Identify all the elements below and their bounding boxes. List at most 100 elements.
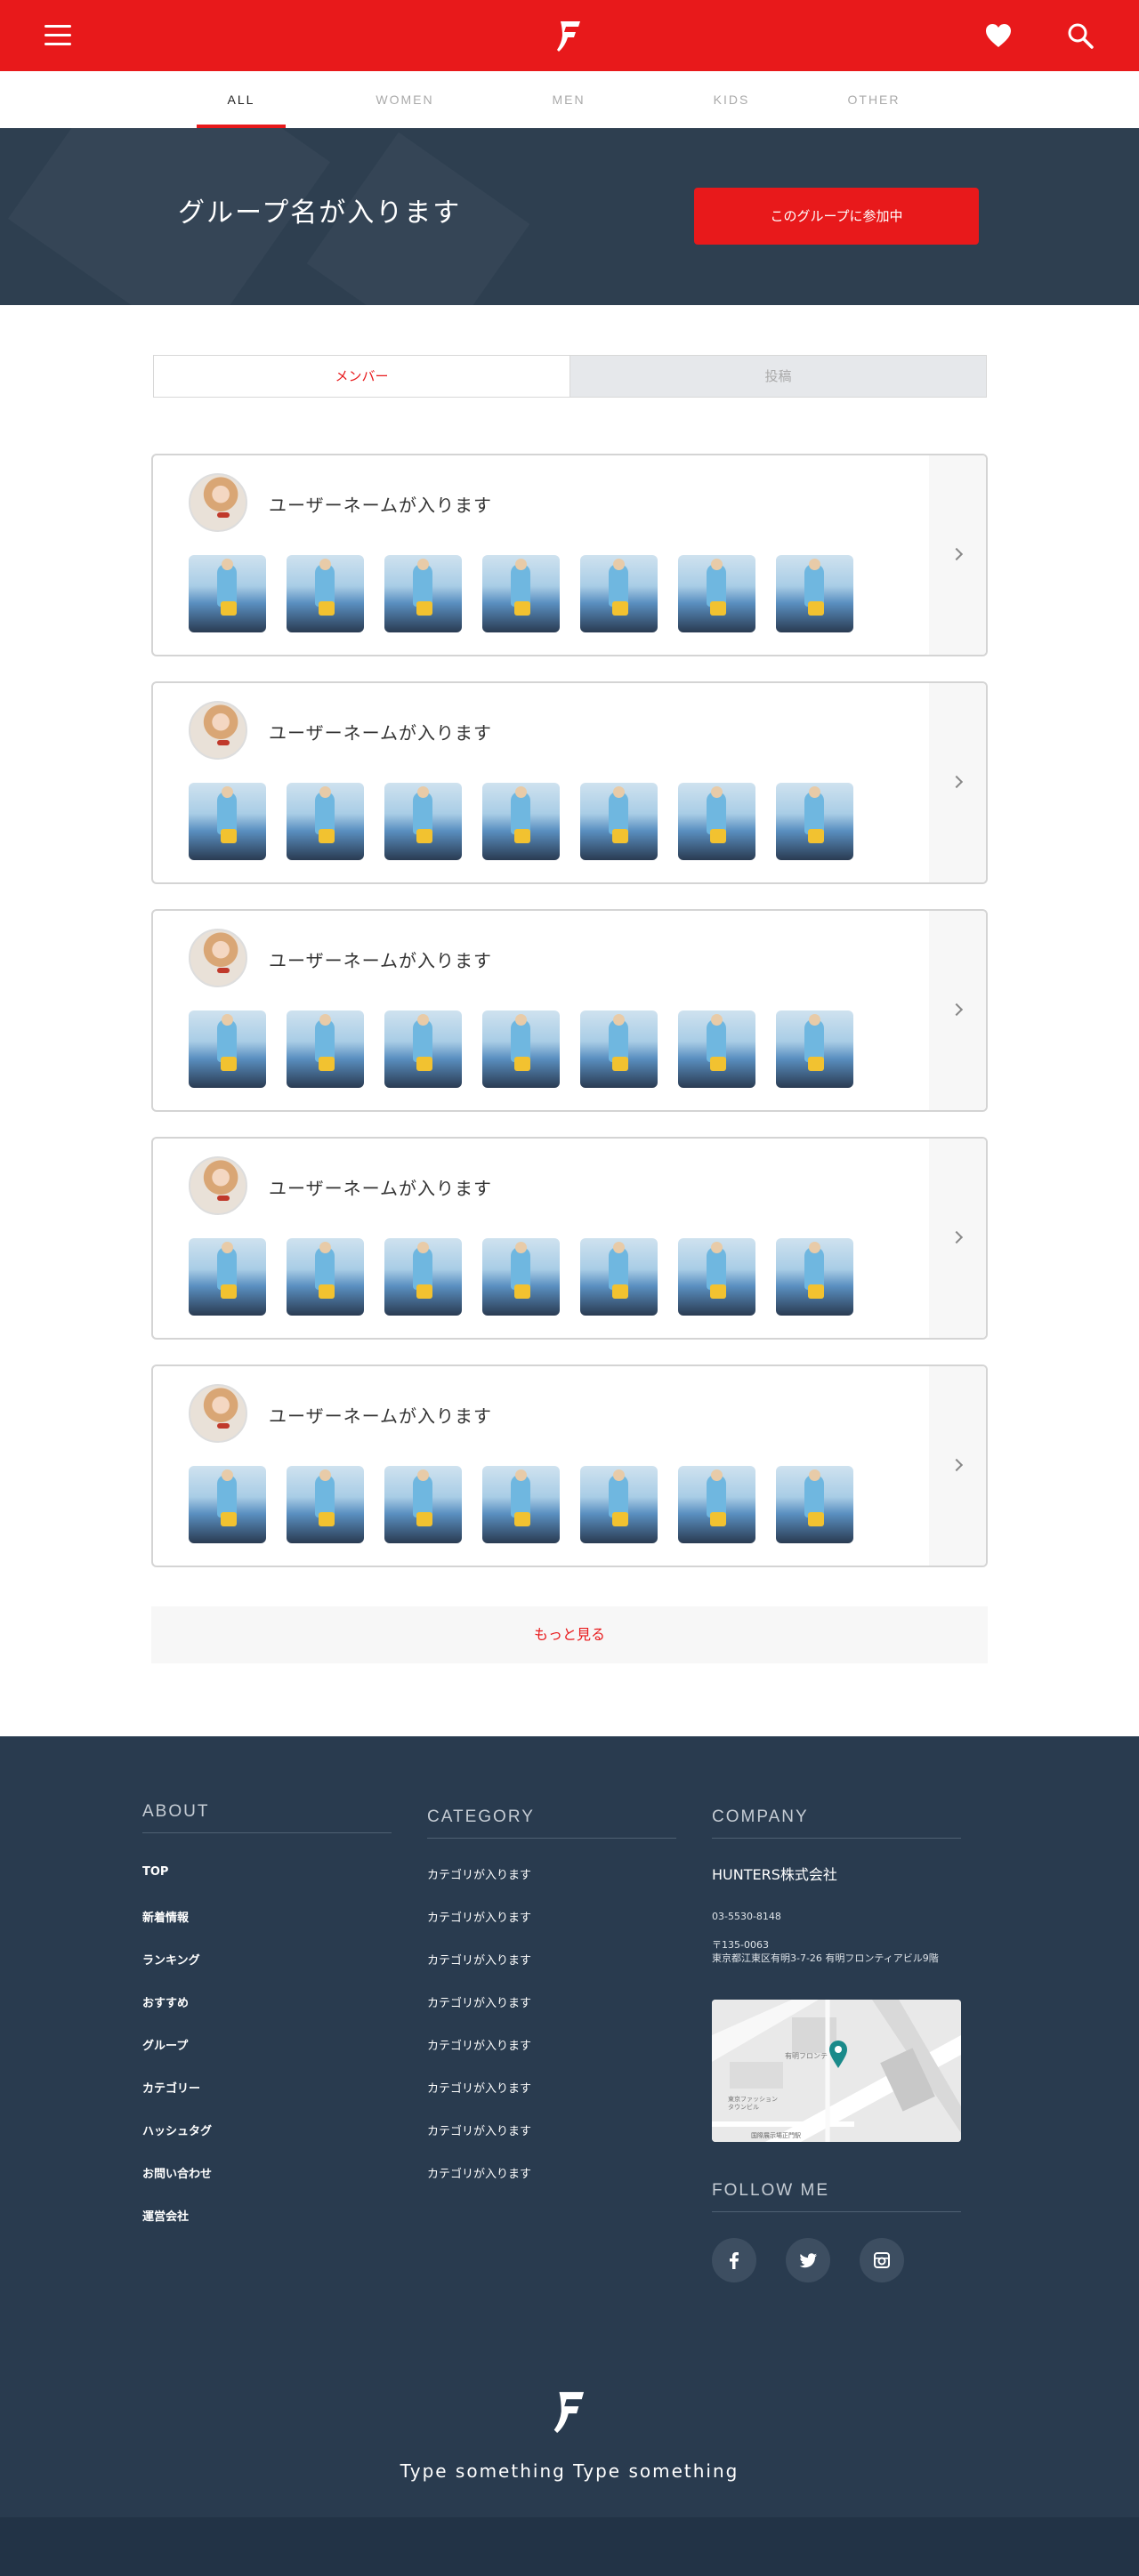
member-username[interactable]: ユーザーネームが入ります bbox=[269, 1402, 492, 1428]
member-username[interactable]: ユーザーネームが入ります bbox=[269, 719, 492, 745]
chevron-right-icon bbox=[949, 1002, 964, 1017]
post-thumbnail[interactable] bbox=[776, 1466, 853, 1543]
footer-about-link[interactable]: おすすめ bbox=[142, 1993, 189, 2010]
avatar[interactable] bbox=[189, 473, 247, 532]
load-more-button[interactable]: もっと見る bbox=[151, 1606, 988, 1663]
footer-brand-logo[interactable] bbox=[549, 2386, 590, 2437]
post-thumbnail[interactable] bbox=[580, 555, 658, 632]
footer-about-link[interactable]: ハッシュタグ bbox=[142, 2121, 212, 2138]
avatar[interactable] bbox=[189, 701, 247, 760]
footer-about-link[interactable]: グループ bbox=[142, 2036, 188, 2053]
post-thumbnail[interactable] bbox=[776, 1238, 853, 1316]
footer-category-link[interactable]: カテゴリが入ります bbox=[427, 2164, 531, 2181]
footer-bottom-strip bbox=[0, 2517, 1139, 2576]
footer-tagline: Type something Type something bbox=[400, 2460, 739, 2482]
footer-about-link[interactable]: お問い合わせ bbox=[142, 2164, 212, 2181]
footer-about-link[interactable]: TOP bbox=[142, 1865, 168, 1879]
footer-category-link[interactable]: カテゴリが入ります bbox=[427, 2079, 531, 2096]
post-thumbnail[interactable] bbox=[384, 783, 462, 860]
post-thumbnail[interactable] bbox=[580, 1010, 658, 1088]
footer-category-link[interactable]: カテゴリが入ります bbox=[427, 1908, 531, 1925]
member-username[interactable]: ユーザーネームが入ります bbox=[269, 946, 492, 972]
post-thumbnail[interactable] bbox=[482, 555, 560, 632]
avatar[interactable] bbox=[189, 1156, 247, 1215]
favorites-heart-icon[interactable] bbox=[984, 22, 1013, 49]
tab-other[interactable]: OTHER bbox=[829, 71, 918, 128]
post-thumbnail[interactable] bbox=[287, 1466, 364, 1543]
member-card[interactable]: ユーザーネームが入ります bbox=[151, 909, 988, 1112]
posts-toggle-button[interactable]: 投稿 bbox=[570, 356, 986, 397]
search-icon[interactable] bbox=[1066, 21, 1095, 50]
card-arrow-area[interactable] bbox=[929, 683, 986, 882]
tab-kids[interactable]: KIDS bbox=[687, 71, 776, 128]
post-thumbnail[interactable] bbox=[580, 1238, 658, 1316]
join-group-button[interactable]: このグループに参加中 bbox=[694, 188, 979, 245]
post-thumbnail[interactable] bbox=[678, 783, 755, 860]
footer-category-title: CATEGORY bbox=[427, 1807, 676, 1839]
post-thumbnail[interactable] bbox=[384, 1010, 462, 1088]
member-username[interactable]: ユーザーネームが入ります bbox=[269, 491, 492, 517]
post-thumbnail[interactable] bbox=[384, 1238, 462, 1316]
post-thumbnail[interactable] bbox=[678, 1466, 755, 1543]
post-thumbnail[interactable] bbox=[287, 1238, 364, 1316]
member-card[interactable]: ユーザーネームが入ります bbox=[151, 681, 988, 884]
chevron-right-icon bbox=[949, 775, 964, 789]
footer-about-link[interactable]: 新着情報 bbox=[142, 1908, 189, 1925]
instagram-icon[interactable] bbox=[860, 2238, 904, 2282]
post-thumbnail[interactable] bbox=[384, 1466, 462, 1543]
company-location-map[interactable]: 有明フロンテ 東京ファッションタウンビル 国際展示場正門駅 bbox=[712, 2000, 961, 2142]
post-thumbnail[interactable] bbox=[384, 555, 462, 632]
post-thumbnail[interactable] bbox=[287, 1010, 364, 1088]
members-toggle-button[interactable]: メンバー bbox=[154, 356, 570, 397]
company-address: 東京都江東区有明3-7-26 有明フロンティアビル9階 bbox=[712, 1952, 939, 1964]
post-thumbnail[interactable] bbox=[482, 1238, 560, 1316]
footer-category-link[interactable]: カテゴリが入ります bbox=[427, 2036, 531, 2053]
map-pin-icon bbox=[829, 2041, 847, 2068]
post-thumbnail[interactable] bbox=[580, 783, 658, 860]
post-thumbnail[interactable] bbox=[776, 1010, 853, 1088]
post-thumbnail[interactable] bbox=[287, 783, 364, 860]
post-thumbnail[interactable] bbox=[189, 555, 266, 632]
footer-category-link[interactable]: カテゴリが入ります bbox=[427, 2121, 531, 2138]
post-thumbnail[interactable] bbox=[287, 555, 364, 632]
footer-follow-title: FOLLOW ME bbox=[712, 2181, 961, 2212]
post-thumbnail[interactable] bbox=[776, 783, 853, 860]
member-post-thumbnails bbox=[189, 783, 853, 860]
tab-women[interactable]: WOMEN bbox=[360, 71, 449, 128]
card-arrow-area[interactable] bbox=[929, 1366, 986, 1566]
tab-all[interactable]: ALL bbox=[197, 71, 286, 128]
footer-category-link[interactable]: カテゴリが入ります bbox=[427, 1951, 531, 1968]
company-name: HUNTERS株式会社 bbox=[712, 1866, 837, 1883]
member-card[interactable]: ユーザーネームが入ります bbox=[151, 454, 988, 656]
member-card[interactable]: ユーザーネームが入ります bbox=[151, 1137, 988, 1340]
facebook-icon[interactable] bbox=[712, 2238, 756, 2282]
card-arrow-area[interactable] bbox=[929, 911, 986, 1110]
post-thumbnail[interactable] bbox=[189, 783, 266, 860]
post-thumbnail[interactable] bbox=[776, 555, 853, 632]
twitter-icon[interactable] bbox=[786, 2238, 830, 2282]
footer-about-link[interactable]: カテゴリー bbox=[142, 2079, 200, 2096]
footer-about-link[interactable]: ランキング bbox=[142, 1951, 200, 1968]
member-username[interactable]: ユーザーネームが入ります bbox=[269, 1174, 492, 1200]
brand-logo[interactable] bbox=[552, 16, 587, 55]
post-thumbnail[interactable] bbox=[678, 1238, 755, 1316]
avatar[interactable] bbox=[189, 929, 247, 987]
menu-icon[interactable] bbox=[44, 25, 71, 46]
post-thumbnail[interactable] bbox=[189, 1466, 266, 1543]
footer-category-link[interactable]: カテゴリが入ります bbox=[427, 1865, 531, 1882]
post-thumbnail[interactable] bbox=[580, 1466, 658, 1543]
post-thumbnail[interactable] bbox=[678, 555, 755, 632]
member-card[interactable]: ユーザーネームが入ります bbox=[151, 1364, 988, 1567]
footer-category-link[interactable]: カテゴリが入ります bbox=[427, 1993, 531, 2010]
footer-about-link[interactable]: 運営会社 bbox=[142, 2207, 189, 2224]
post-thumbnail[interactable] bbox=[678, 1010, 755, 1088]
card-arrow-area[interactable] bbox=[929, 455, 986, 655]
post-thumbnail[interactable] bbox=[189, 1010, 266, 1088]
post-thumbnail[interactable] bbox=[482, 1466, 560, 1543]
post-thumbnail[interactable] bbox=[482, 783, 560, 860]
card-arrow-area[interactable] bbox=[929, 1139, 986, 1338]
tab-men[interactable]: MEN bbox=[524, 71, 613, 128]
post-thumbnail[interactable] bbox=[482, 1010, 560, 1088]
avatar[interactable] bbox=[189, 1384, 247, 1443]
post-thumbnail[interactable] bbox=[189, 1238, 266, 1316]
